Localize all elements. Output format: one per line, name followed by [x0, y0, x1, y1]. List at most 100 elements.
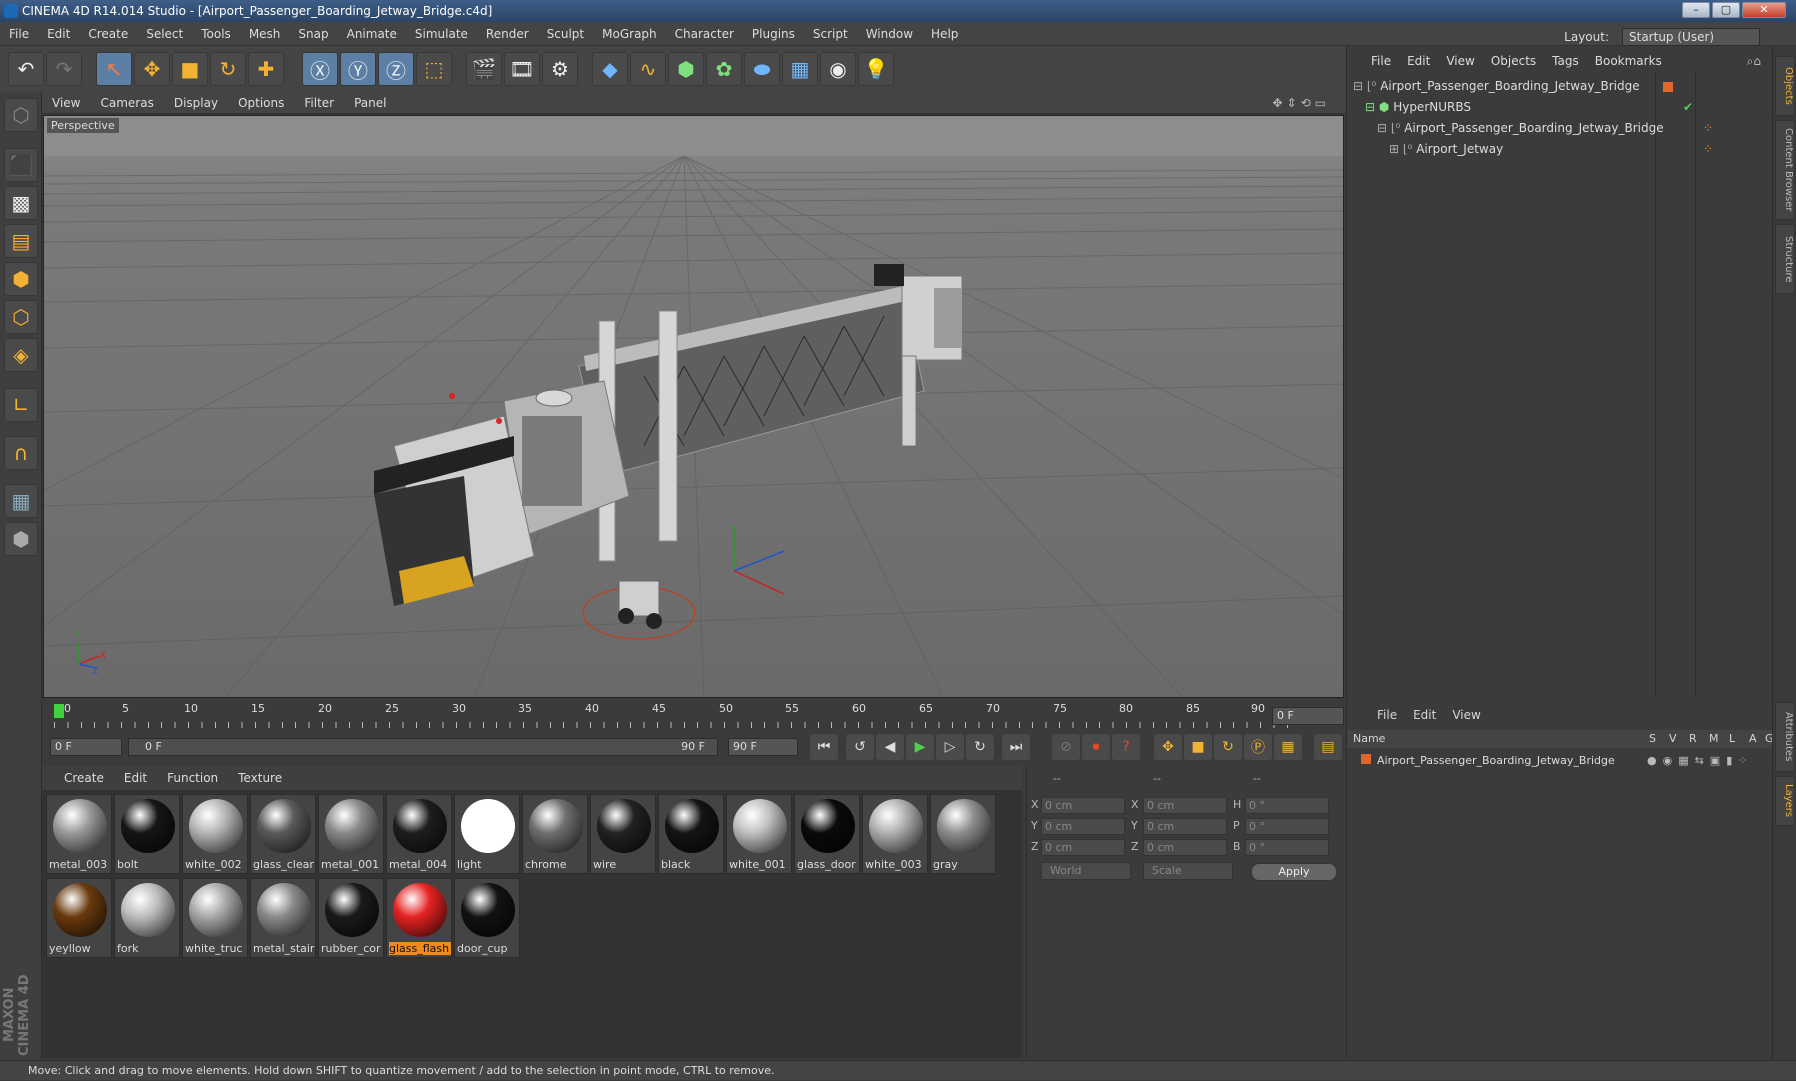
material-swatch[interactable]: fork — [114, 878, 180, 958]
size-y-field[interactable]: 0 cm — [1143, 818, 1227, 835]
object-menu-edit[interactable]: Edit — [1399, 50, 1438, 72]
light-icon[interactable]: 💡 — [858, 52, 894, 86]
material-menu-create[interactable]: Create — [42, 766, 114, 790]
start-frame-field[interactable]: 0 F — [50, 738, 122, 756]
rotation-h-field[interactable]: 0 ° — [1245, 797, 1329, 814]
position-x-field[interactable]: 0 cm — [1041, 797, 1125, 814]
menu-sculpt[interactable]: Sculpt — [538, 22, 593, 46]
next-frame-icon[interactable]: ▷ — [936, 734, 964, 760]
mograph-cloner-icon[interactable]: ✿ — [706, 52, 742, 86]
timeline-window-icon[interactable]: ▤ — [1314, 734, 1342, 760]
maximize-button[interactable]: ▢ — [1712, 2, 1740, 18]
material-swatch[interactable]: metal_003 — [46, 794, 112, 874]
redo-icon[interactable]: ↷ — [46, 52, 82, 86]
tab-layers[interactable]: Layers — [1775, 776, 1795, 826]
current-frame-field[interactable]: 0 F — [1272, 707, 1344, 725]
material-tag-icon[interactable]: ⁘ — [1703, 139, 1713, 160]
object-row[interactable]: ⊞ ⌊⁰ Airport_Jetway ⁘ — [1347, 139, 1773, 160]
tab-structure[interactable]: Structure — [1775, 224, 1795, 294]
close-button[interactable]: ✕ — [1742, 2, 1786, 18]
material-swatch[interactable]: black — [658, 794, 724, 874]
render-settings-icon[interactable]: ⚙ — [542, 52, 578, 86]
menu-animate[interactable]: Animate — [338, 22, 406, 46]
snap-magnet-icon[interactable]: ∩ — [4, 436, 38, 470]
object-menu-view[interactable]: View — [1438, 50, 1482, 72]
object-menu-file[interactable]: File — [1347, 50, 1399, 72]
minimize-button[interactable]: – — [1682, 2, 1710, 18]
deformer-icon[interactable]: ⬬ — [744, 52, 780, 86]
undo-icon[interactable]: ↶ — [8, 52, 44, 86]
material-swatch[interactable]: wire — [590, 794, 656, 874]
timeline-ruler[interactable]: 0 5 10 15 20 25 30 35 40 45 50 55 60 65 … — [42, 700, 1346, 730]
axis-mode-icon[interactable]: ∟ — [4, 388, 38, 422]
menu-simulate[interactable]: Simulate — [406, 22, 477, 46]
material-swatch[interactable]: door_cup — [454, 878, 520, 958]
menu-plugins[interactable]: Plugins — [743, 22, 804, 46]
make-editable-icon[interactable]: ⬡ — [4, 98, 38, 132]
menu-character[interactable]: Character — [666, 22, 743, 46]
object-row[interactable]: ⊟ ⌊⁰ Airport_Passenger_Boarding_Jetway_B… — [1347, 76, 1773, 97]
tab-attributes[interactable]: Attributes — [1775, 702, 1795, 772]
polygons-mode-icon[interactable]: ◈ — [4, 338, 38, 372]
next-key-icon[interactable]: ↻ — [966, 734, 994, 760]
menu-snap[interactable]: Snap — [289, 22, 337, 46]
material-swatch[interactable]: chrome — [522, 794, 588, 874]
rotation-p-field[interactable]: 0 ° — [1245, 818, 1329, 835]
material-tag-icon[interactable]: ⁘ — [1703, 118, 1713, 139]
go-to-start-icon[interactable]: ⏮ — [810, 734, 838, 760]
menu-window[interactable]: Window — [857, 22, 922, 46]
menu-tools[interactable]: Tools — [192, 22, 240, 46]
render-picture-viewer-icon[interactable]: 🎞 — [504, 52, 540, 86]
menu-script[interactable]: Script — [804, 22, 857, 46]
go-to-end-icon[interactable]: ⏭ — [1002, 734, 1030, 760]
camera-icon[interactable]: ◉ — [820, 52, 856, 86]
menu-file[interactable]: File — [0, 22, 38, 46]
material-swatch[interactable]: yeyllow — [46, 878, 112, 958]
menu-render[interactable]: Render — [477, 22, 538, 46]
search-icon[interactable]: ⌕⌂ — [1739, 50, 1769, 72]
scale-key-icon[interactable]: ■ — [1184, 734, 1212, 760]
material-swatch[interactable]: white_001 — [726, 794, 792, 874]
material-swatch[interactable]: metal_004 — [386, 794, 452, 874]
add-object-icon[interactable]: ✚ — [248, 52, 284, 86]
position-z-field[interactable]: 0 cm — [1041, 839, 1125, 856]
menu-create[interactable]: Create — [79, 22, 137, 46]
material-swatch[interactable]: white_truc — [182, 878, 248, 958]
coordinate-system-icon[interactable]: ⬚ — [416, 52, 452, 86]
menu-select[interactable]: Select — [137, 22, 192, 46]
object-menu-objects[interactable]: Objects — [1483, 50, 1544, 72]
menu-mograph[interactable]: MoGraph — [593, 22, 666, 46]
perspective-viewport[interactable]: Y X Z Perspective — [43, 115, 1344, 698]
parameter-key-icon[interactable]: Ⓟ — [1244, 734, 1272, 760]
viewport-menu-panel[interactable]: Panel — [344, 92, 396, 114]
workplane-lock-icon[interactable]: ▦ — [4, 484, 38, 518]
object-menu-tags[interactable]: Tags — [1544, 50, 1587, 72]
render-view-icon[interactable]: 🎬 — [466, 52, 502, 86]
record-keys-icon[interactable]: ⊘ — [1052, 734, 1080, 760]
material-menu-edit[interactable]: Edit — [114, 766, 157, 790]
playhead-marker[interactable] — [54, 704, 64, 718]
previous-frame-icon[interactable]: ◀ — [876, 734, 904, 760]
point-level-key-icon[interactable]: ▦ — [1274, 734, 1302, 760]
layer-row[interactable]: Airport_Passenger_Boarding_Jetway_Bridge… — [1347, 750, 1773, 771]
material-swatch[interactable]: white_003 — [862, 794, 928, 874]
material-swatch[interactable]: glass_door — [794, 794, 860, 874]
scale-tool-icon[interactable]: ■ — [172, 52, 208, 86]
keyframe-selection-icon[interactable]: ? — [1112, 734, 1140, 760]
preview-range-slider[interactable]: 0 F 90 F — [128, 738, 718, 756]
material-swatch[interactable]: light — [454, 794, 520, 874]
material-menu-function[interactable]: Function — [157, 766, 228, 790]
material-swatch[interactable]: glass_flash — [386, 878, 452, 958]
viewport-menu-options[interactable]: Options — [228, 92, 294, 114]
layout-dropdown[interactable]: Startup (User) — [1622, 28, 1760, 46]
object-row[interactable]: ⊟ ⌊⁰ Airport_Passenger_Boarding_Jetway_B… — [1347, 118, 1773, 139]
texture-mode-icon[interactable]: ▩ — [4, 186, 38, 220]
material-swatch[interactable]: white_002 — [182, 794, 248, 874]
object-row[interactable]: ⊟ ⬢ HyperNURBS ✔ — [1347, 97, 1773, 118]
edges-mode-icon[interactable]: ⬡ — [4, 300, 38, 334]
position-key-icon[interactable]: ✥ — [1154, 734, 1182, 760]
material-menu-texture[interactable]: Texture — [228, 766, 292, 790]
tab-objects[interactable]: Objects — [1775, 56, 1795, 116]
layer-menu-edit[interactable]: Edit — [1405, 704, 1444, 726]
menu-mesh[interactable]: Mesh — [240, 22, 290, 46]
